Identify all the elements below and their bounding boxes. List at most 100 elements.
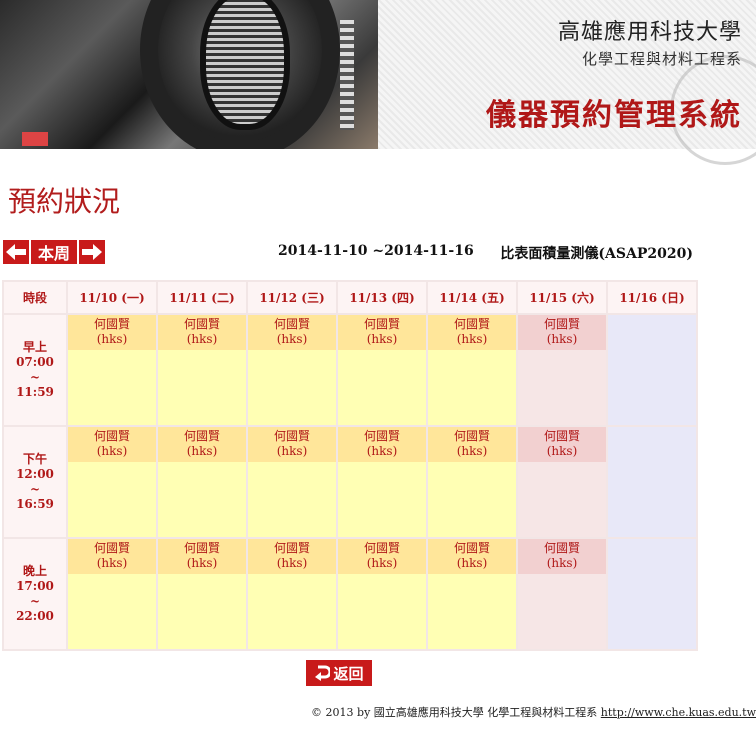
period-name: 下午 [22, 452, 47, 466]
schedule-slot[interactable]: 何國賢 (hks) [428, 315, 516, 425]
booking-user-id: (hks) [456, 444, 488, 458]
day-header: 11/13 (四) [338, 282, 426, 313]
back-button[interactable]: 返回 [306, 660, 372, 686]
booking-user-id: (hks) [276, 332, 308, 346]
booking-entry[interactable]: 何國賢 (hks) [518, 315, 606, 350]
booking-entry[interactable]: 何國賢 (hks) [68, 539, 156, 574]
schedule-slot[interactable]: 何國賢 (hks) [338, 427, 426, 537]
day-header: 11/10 (一) [68, 282, 156, 313]
booking-entry[interactable]: 何國賢 (hks) [248, 315, 336, 350]
booking-entry[interactable]: 何國賢 (hks) [248, 427, 336, 462]
table-row: 下午 12:00 ~ 16:59 何國賢 (hks) 何國賢 (hks) 何國賢 (h… [4, 427, 696, 537]
period-end: 16:59 [16, 497, 54, 511]
schedule-table: 時段 11/10 (一) 11/11 (二) 11/12 (三) 11/13 (… [2, 280, 698, 651]
schedule-slot[interactable] [608, 539, 696, 649]
schedule-slot[interactable]: 何國賢 (hks) [248, 427, 336, 537]
booking-entry[interactable]: 何國賢 (hks) [428, 539, 516, 574]
period-start: 17:00 [16, 579, 54, 593]
booking-entry[interactable]: 何國賢 (hks) [248, 539, 336, 574]
day-header: 11/16 (日) [608, 282, 696, 313]
booking-entry[interactable]: 何國賢 (hks) [158, 539, 246, 574]
period-start: 07:00 [16, 355, 54, 369]
booking-entry[interactable]: 何國賢 (hks) [338, 539, 426, 574]
booking-entry[interactable]: 何國賢 (hks) [158, 427, 246, 462]
booking-user: 何國賢 [543, 541, 580, 555]
period-cell: 晚上 17:00 ~ 22:00 [4, 539, 66, 649]
time-column-header: 時段 [4, 282, 66, 313]
booking-entry[interactable]: 何國賢 (hks) [338, 427, 426, 462]
day-header: 11/12 (三) [248, 282, 336, 313]
schedule-slot[interactable]: 何國賢 (hks) [68, 539, 156, 649]
banner: 高雄應用科技大學 化學工程與材料工程系 儀器預約管理系統 [0, 0, 756, 165]
period-name: 晚上 [22, 564, 47, 578]
back-label: 返回 [333, 664, 364, 683]
schedule-slot[interactable]: 何國賢 (hks) [158, 315, 246, 425]
booking-entry[interactable]: 何國賢 (hks) [68, 427, 156, 462]
schedule-slot[interactable]: 何國賢 (hks) [248, 539, 336, 649]
footer: © 2013 by 國立高雄應用科技大學 化學工程與材料工程系 http://w… [311, 704, 756, 720]
booking-user-id: (hks) [366, 444, 398, 458]
booking-entry[interactable]: 何國賢 (hks) [158, 315, 246, 350]
return-icon [315, 665, 331, 681]
period-cell: 下午 12:00 ~ 16:59 [4, 427, 66, 537]
schedule-slot[interactable]: 何國賢 (hks) [158, 427, 246, 537]
table-header-row: 時段 11/10 (一) 11/11 (二) 11/12 (三) 11/13 (… [4, 282, 696, 313]
department-website-link[interactable]: http://www.che.kuas.edu.tw [601, 706, 756, 719]
schedule-slot[interactable]: 何國賢 (hks) [158, 539, 246, 649]
booking-user: 何國賢 [363, 317, 400, 331]
schedule-slot[interactable]: 何國賢 (hks) [518, 427, 606, 537]
arrow-left-icon [6, 244, 26, 260]
schedule-slot[interactable]: 何國賢 (hks) [428, 539, 516, 649]
next-week-button[interactable] [79, 240, 105, 264]
booking-user-id: (hks) [366, 332, 398, 346]
day-header: 11/14 (五) [428, 282, 516, 313]
schedule-slot[interactable]: 何國賢 (hks) [68, 315, 156, 425]
schedule-slot[interactable]: 何國賢 (hks) [518, 315, 606, 425]
period-cell: 早上 07:00 ~ 11:59 [4, 315, 66, 425]
booking-user-id: (hks) [366, 556, 398, 570]
arrow-right-icon [82, 244, 102, 260]
period-end: 22:00 [16, 609, 54, 623]
period-name: 早上 [22, 340, 47, 354]
booking-entry[interactable]: 何國賢 (hks) [68, 315, 156, 350]
schedule-slot[interactable]: 何國賢 (hks) [428, 427, 516, 537]
period-end: 11:59 [16, 385, 54, 399]
period-start: 12:00 [16, 467, 54, 481]
booking-user: 何國賢 [453, 541, 490, 555]
booking-user-id: (hks) [186, 556, 218, 570]
booking-user-id: (hks) [186, 332, 218, 346]
system-title: 儀器預約管理系統 [486, 98, 742, 133]
schedule-slot[interactable]: 何國賢 (hks) [248, 315, 336, 425]
instrument-photo [0, 0, 378, 149]
booking-user-id: (hks) [96, 332, 128, 346]
booking-user-id: (hks) [546, 556, 578, 570]
booking-user: 何國賢 [183, 541, 220, 555]
booking-user: 何國賢 [273, 429, 310, 443]
date-range: 2014-11-10 ~2014-11-16 [278, 243, 474, 259]
booking-entry[interactable]: 何國賢 (hks) [338, 315, 426, 350]
schedule-slot[interactable] [608, 315, 696, 425]
previous-week-button[interactable] [3, 240, 29, 264]
department-name: 化學工程與材料工程系 [581, 50, 742, 68]
booking-user-id: (hks) [456, 556, 488, 570]
schedule-slot[interactable]: 何國賢 (hks) [338, 539, 426, 649]
table-row: 晚上 17:00 ~ 22:00 何國賢 (hks) 何國賢 (hks) 何國賢 (h… [4, 539, 696, 649]
booking-entry[interactable]: 何國賢 (hks) [518, 539, 606, 574]
schedule-slot[interactable]: 何國賢 (hks) [518, 539, 606, 649]
this-week-button[interactable]: 本周 [31, 240, 77, 264]
period-separator: ~ [29, 370, 41, 384]
schedule-slot[interactable]: 何國賢 (hks) [338, 315, 426, 425]
booking-entry[interactable]: 何國賢 (hks) [518, 427, 606, 462]
booking-user: 何國賢 [273, 317, 310, 331]
booking-user: 何國賢 [453, 317, 490, 331]
booking-user: 何國賢 [543, 317, 580, 331]
booking-entry[interactable]: 何國賢 (hks) [428, 427, 516, 462]
schedule-slot[interactable] [608, 427, 696, 537]
booking-user: 何國賢 [183, 429, 220, 443]
booking-entry[interactable]: 何國賢 (hks) [428, 315, 516, 350]
booking-user: 何國賢 [93, 317, 130, 331]
schedule-slot[interactable]: 何國賢 (hks) [68, 427, 156, 537]
booking-user-id: (hks) [96, 556, 128, 570]
booking-user: 何國賢 [93, 541, 130, 555]
day-header: 11/11 (二) [158, 282, 246, 313]
